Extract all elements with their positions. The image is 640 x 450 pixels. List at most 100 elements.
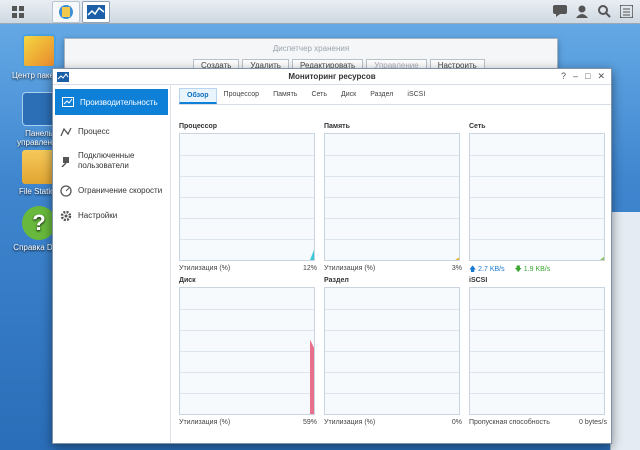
panel-title: iSCSI xyxy=(469,277,488,284)
metric-value: 12% xyxy=(302,265,317,272)
sidebar-item-label: Процесс xyxy=(78,127,110,136)
tab-memory[interactable]: Память xyxy=(266,88,304,104)
grid-line xyxy=(325,330,459,331)
grid-icon xyxy=(12,5,24,18)
sidebar-item-settings[interactable]: Настройки xyxy=(53,203,170,228)
help-icon: ? xyxy=(22,206,56,240)
grid-line xyxy=(325,351,459,352)
usage-fill xyxy=(455,257,459,260)
sidebar-item-label: Настройки xyxy=(78,211,118,220)
sidebar-item-label: Производительность xyxy=(80,97,158,107)
panel-title: Раздел xyxy=(324,277,349,284)
tab-bar: Обзор Процессор Память Сеть Диск Раздел … xyxy=(179,85,611,105)
resource-monitor-icon xyxy=(87,4,105,19)
usage-mark xyxy=(455,257,459,260)
iscsi-panel: iSCSI Пропускная способность 0 bytes/s xyxy=(469,277,607,426)
grid-line xyxy=(470,351,604,352)
upload-rate: 🡅 2.7 KB/s xyxy=(469,265,505,276)
tab-overview[interactable]: Обзор xyxy=(179,88,217,104)
usage-fill xyxy=(310,339,314,414)
taskbar xyxy=(0,0,640,24)
usage-mark xyxy=(600,256,604,260)
metric-label: Пропускная способность xyxy=(469,419,550,426)
sidebar: Производительность Процесс Подключенные … xyxy=(53,85,171,443)
panel-title: Память xyxy=(324,123,350,130)
tab-iscsi[interactable]: iSCSI xyxy=(400,88,432,104)
memory-graph xyxy=(324,133,460,261)
help-icon[interactable]: ? xyxy=(561,71,566,82)
download-value: 1.9 KB/s xyxy=(523,266,551,273)
metric-label: Утилизация (%) xyxy=(179,419,231,426)
metric-value: 59% xyxy=(302,419,317,426)
grid-line xyxy=(470,393,604,394)
network-graph xyxy=(469,133,605,261)
metric-value: 0% xyxy=(451,419,462,426)
sidebar-item-speed-limit[interactable]: Ограничение скорости xyxy=(53,178,170,203)
metric-value: 3% xyxy=(451,265,462,272)
package-center-icon xyxy=(22,34,56,68)
maximize-icon[interactable]: □ xyxy=(585,71,590,82)
widgets-icon[interactable] xyxy=(618,3,634,19)
sidebar-item-connected-users[interactable]: Подключенные пользователи xyxy=(53,144,170,178)
sidebar-item-label: Подключенные пользователи xyxy=(78,151,135,170)
grid-line xyxy=(325,372,459,373)
panel-title: Диск xyxy=(179,277,196,284)
grid-line xyxy=(470,330,604,331)
grid-line xyxy=(470,309,604,310)
window-title: Диспетчер хранения xyxy=(272,44,350,53)
cpu-graph xyxy=(179,133,315,261)
taskbar-app-storage-manager[interactable] xyxy=(52,0,80,23)
network-panel: Сеть 🡅 2.7 KB/s 🡇 1.9 KB/s xyxy=(469,123,607,276)
grid-line xyxy=(325,309,459,310)
metric-label: Утилизация (%) xyxy=(179,265,231,272)
grid-line xyxy=(325,393,459,394)
download-rate: 🡇 1.9 KB/s xyxy=(515,265,551,276)
iscsi-graph xyxy=(469,287,605,415)
main-menu-button[interactable] xyxy=(4,1,32,23)
control-panel-icon xyxy=(22,92,56,126)
desktop: Центр пакетов Панель управления File Sta… xyxy=(0,0,640,450)
process-icon xyxy=(60,127,72,136)
performance-icon xyxy=(62,97,74,107)
usage-mark xyxy=(310,249,314,260)
tab-partition[interactable]: Раздел xyxy=(363,88,400,104)
metric-label: Утилизация (%) xyxy=(324,419,376,426)
metric-value: 0 bytes/s xyxy=(578,419,607,426)
grid-line xyxy=(470,372,604,373)
panel-title: Процессор xyxy=(179,123,218,130)
sidebar-item-process[interactable]: Процесс xyxy=(53,119,170,144)
usage-fill xyxy=(310,249,314,260)
tab-cpu[interactable]: Процессор xyxy=(217,88,267,104)
gear-icon xyxy=(60,210,72,221)
tab-disk[interactable]: Диск xyxy=(334,88,363,104)
window-title: Мониторинг ресурсов xyxy=(288,72,376,81)
sidebar-item-label: Ограничение скорости xyxy=(78,186,163,195)
folder-icon xyxy=(22,150,56,184)
tab-network[interactable]: Сеть xyxy=(304,88,334,104)
upload-arrow-icon: 🡅 xyxy=(469,266,477,273)
user-icon[interactable] xyxy=(574,3,590,19)
usage-fill xyxy=(600,256,604,260)
search-icon[interactable] xyxy=(596,3,612,19)
usage-mark xyxy=(310,339,314,414)
disk-panel: Диск Утилизация (%) 59% xyxy=(179,277,317,426)
speedometer-icon xyxy=(60,184,72,197)
close-icon[interactable]: ✕ xyxy=(597,71,605,82)
memory-panel: Память Утилизация (%) 3% xyxy=(324,123,462,272)
metric-label: Утилизация (%) xyxy=(324,265,376,272)
sidebar-item-performance[interactable]: Производительность xyxy=(55,89,168,115)
disk-graph xyxy=(179,287,315,415)
partition-panel: Раздел Утилизация (%) 0% xyxy=(324,277,462,426)
partition-graph xyxy=(324,287,460,415)
minimize-icon[interactable]: – xyxy=(573,71,578,82)
resource-monitor-window[interactable]: Мониторинг ресурсов ? – □ ✕ Производител… xyxy=(52,68,612,444)
download-arrow-icon: 🡇 xyxy=(514,266,522,273)
cpu-panel: Процессор Утилизация (%) 12% xyxy=(179,123,317,272)
taskbar-app-resource-monitor[interactable] xyxy=(82,0,110,23)
chat-icon[interactable] xyxy=(552,3,568,19)
storage-manager-icon xyxy=(59,4,73,19)
plug-icon xyxy=(61,157,69,167)
widget-panel xyxy=(610,212,640,450)
main-content: Обзор Процессор Память Сеть Диск Раздел … xyxy=(179,85,611,443)
upload-value: 2.7 KB/s xyxy=(478,266,505,273)
